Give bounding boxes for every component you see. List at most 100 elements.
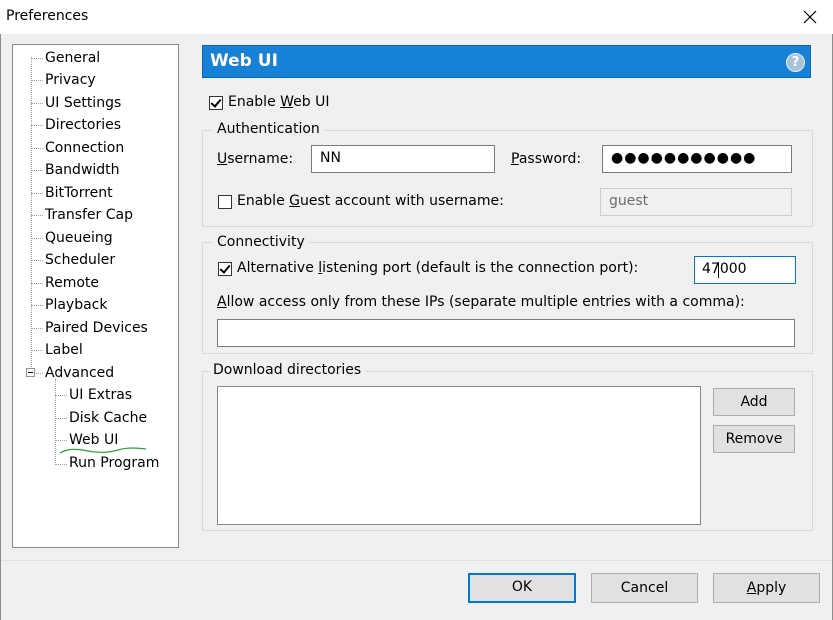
tree-item-label: Playback xyxy=(45,297,108,313)
tree-item-label: Bandwidth xyxy=(45,162,120,178)
tree-item-playback[interactable]: Playback xyxy=(43,295,109,315)
button-bar xyxy=(1,560,832,620)
text-caret xyxy=(718,262,719,278)
tree-item-label: Label xyxy=(45,342,83,358)
tree-connector xyxy=(31,125,43,126)
label-part: sername: xyxy=(227,151,294,167)
tree-item-label: Advanced xyxy=(45,365,115,381)
label-part: Enable xyxy=(237,193,290,209)
accelerator-key: A xyxy=(217,294,227,310)
tree-connector xyxy=(31,58,43,59)
tree-connector xyxy=(55,418,67,419)
label-part: llow access only from these IPs (separat… xyxy=(226,294,745,310)
tree-item-paired-devices[interactable]: Paired Devices xyxy=(43,318,150,338)
annotation-underline xyxy=(59,447,147,454)
tree-connector xyxy=(55,464,67,465)
tree-item-label: Queueing xyxy=(45,230,113,246)
close-button[interactable] xyxy=(787,0,833,34)
cancel-button-label: Cancel xyxy=(620,580,669,596)
tree-connector xyxy=(31,80,43,81)
remove-button-label: Remove xyxy=(725,431,783,447)
tree-item-advanced[interactable]: Advanced xyxy=(43,363,116,383)
tree-item-label: Remote xyxy=(45,275,100,291)
tree-item-label: Directories xyxy=(45,117,122,133)
tree-connector xyxy=(31,193,43,194)
tree-item-ui-extras[interactable]: UI Extras xyxy=(67,385,134,405)
tree-item-general[interactable]: General xyxy=(43,48,102,68)
window-border-left xyxy=(0,34,1,620)
tree-connector xyxy=(31,305,43,306)
tree-item-transfer-cap[interactable]: Transfer Cap xyxy=(43,205,135,225)
add-button[interactable]: Add xyxy=(713,388,795,416)
tree-item-queueing[interactable]: Queueing xyxy=(43,228,115,248)
guest-username-input[interactable]: guest xyxy=(600,188,792,216)
label-part: istening port (default is the connection… xyxy=(322,260,639,276)
label-part: uest account with username: xyxy=(300,193,504,209)
apply-button-label: pply xyxy=(756,580,787,596)
help-icon[interactable]: ? xyxy=(786,53,805,72)
tree-item-ui-settings[interactable]: UI Settings xyxy=(43,93,123,113)
tree-connector xyxy=(55,379,56,465)
title-bar: Preferences xyxy=(0,0,833,34)
tree-item-label: Scheduler xyxy=(45,252,116,268)
tree-item-bandwidth[interactable]: Bandwidth xyxy=(43,160,122,180)
download-dirs-list[interactable] xyxy=(217,386,701,525)
tree-item-scheduler[interactable]: Scheduler xyxy=(43,250,117,270)
guest-account-label[interactable]: Enable Guest account with username: xyxy=(237,193,504,209)
tree-item-remote[interactable]: Remote xyxy=(43,273,101,293)
tree-item-connection[interactable]: Connection xyxy=(43,138,126,158)
tree-item-label: BitTorrent xyxy=(45,185,113,201)
tree-item-label: Privacy xyxy=(45,72,96,88)
add-button-label: Add xyxy=(740,394,768,410)
username-input[interactable]: NN xyxy=(311,145,495,173)
remove-button[interactable]: Remove xyxy=(713,425,795,453)
category-tree[interactable]: General Privacy UI Settings Directories … xyxy=(12,44,179,548)
tree-item-label: UI Extras xyxy=(69,387,133,403)
tree-connector xyxy=(36,373,43,374)
allow-ips-label: Allow access only from these IPs (separa… xyxy=(217,294,745,310)
tree-connector xyxy=(31,170,43,171)
port-input[interactable]: 47000 xyxy=(694,256,796,284)
label-part: assword: xyxy=(518,151,582,167)
username-value: NN xyxy=(320,150,341,166)
tree-item-label[interactable]: Label xyxy=(43,340,85,360)
tree-item-bittorrent[interactable]: BitTorrent xyxy=(43,183,115,203)
allow-ips-input[interactable] xyxy=(217,319,795,347)
ok-button-label: OK xyxy=(511,579,533,595)
tree-connector xyxy=(31,238,43,239)
accelerator-key: G xyxy=(289,193,300,209)
tree-connector xyxy=(31,350,43,351)
enable-webui-label[interactable]: Enable Web UI xyxy=(228,94,330,110)
port-value: 47000 xyxy=(702,261,747,277)
tree-connector xyxy=(31,103,43,104)
help-glyph: ? xyxy=(791,55,800,70)
tree-item-label: Paired Devices xyxy=(45,320,148,336)
guest-username-value: guest xyxy=(609,193,649,209)
ok-button[interactable]: OK xyxy=(468,573,576,603)
accelerator-key: P xyxy=(511,151,519,167)
tree-connector xyxy=(55,395,67,396)
tree-connector xyxy=(31,215,43,216)
alt-port-label[interactable]: Alternative listening port (default is t… xyxy=(237,260,638,276)
alt-port-checkbox[interactable] xyxy=(218,262,232,276)
page-title: Web UI xyxy=(210,51,278,71)
tree-item-label: Run Program xyxy=(69,455,160,471)
tree-item-label: Transfer Cap xyxy=(45,207,133,223)
tree-item-privacy[interactable]: Privacy xyxy=(43,70,98,90)
tree-item-directories[interactable]: Directories xyxy=(43,115,123,135)
tree-item-label: Disk Cache xyxy=(69,410,148,426)
password-input[interactable]: ●●●●●●●●●●● xyxy=(602,145,792,173)
enable-webui-checkbox[interactable] xyxy=(209,96,223,110)
connectivity-title: Connectivity xyxy=(213,234,309,250)
collapse-icon[interactable] xyxy=(26,368,35,377)
tree-connector xyxy=(31,328,43,329)
label-part: Alternative xyxy=(237,260,319,276)
apply-button[interactable]: Apply xyxy=(713,573,820,603)
cancel-button[interactable]: Cancel xyxy=(591,573,698,603)
close-icon xyxy=(803,10,817,24)
accelerator-key: W xyxy=(280,94,294,110)
username-label: Username: xyxy=(217,151,293,167)
tree-item-disk-cache[interactable]: Disk Cache xyxy=(67,408,149,428)
guest-account-checkbox[interactable] xyxy=(218,195,232,209)
accelerator-key: U xyxy=(217,151,228,167)
